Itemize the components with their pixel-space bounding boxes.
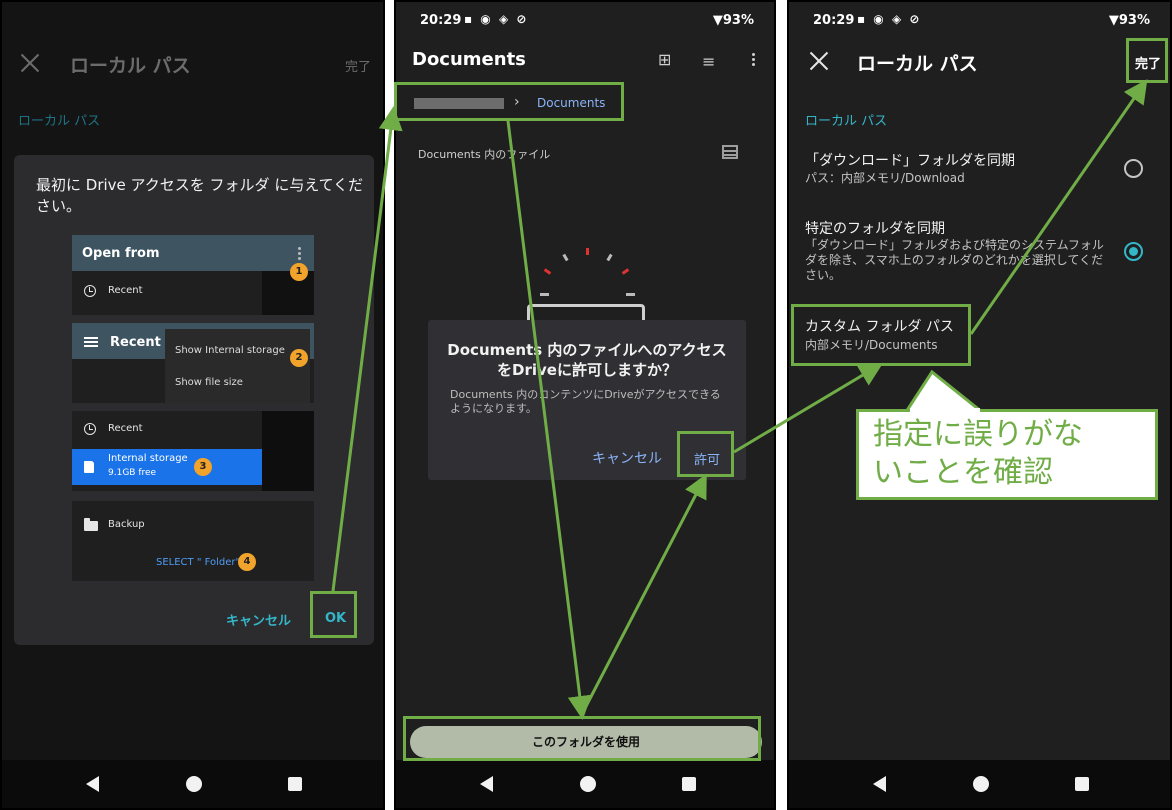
dialog-body: Documents 内のコンテンツにDriveがアクセスできるようになります。	[450, 388, 721, 415]
sort-icon[interactable]: ≡	[702, 52, 715, 71]
step-badge: 2	[290, 349, 308, 367]
storage-free: 9.1GB free	[108, 468, 157, 478]
highlight-allow-button	[677, 431, 734, 477]
notification-icons: ▪ ◉ ◈ ⊘	[857, 12, 922, 26]
status-time: 20:29	[813, 13, 855, 28]
recents-icon[interactable]	[1075, 777, 1089, 791]
back-icon[interactable]	[873, 776, 886, 792]
phone-screen-step1: ローカル パス 完了 ローカル パス 最初に Drive アクセスを フォルダ …	[0, 0, 385, 810]
list-view-icon[interactable]	[722, 145, 738, 159]
close-icon[interactable]	[809, 51, 829, 71]
callout-line1: 指定に誤りがな	[873, 417, 1083, 452]
dialog-title: Documents 内のファイルへのアクセスをDriveに許可しますか？	[447, 341, 727, 379]
radio-specific-folder[interactable]	[1124, 242, 1143, 261]
callout-line2: いことを確認	[873, 455, 1053, 490]
drive-access-dialog: 最初に Drive アクセスを フォルダ に与えてください。 Open from…	[14, 155, 374, 645]
tile-item: Recent	[108, 285, 143, 296]
status-battery: ▼93%	[712, 13, 754, 28]
folder-icon	[84, 518, 98, 531]
option-title: 特定のフォルダを同期	[805, 221, 945, 237]
home-icon[interactable]	[580, 776, 596, 792]
page-title: Documents	[412, 49, 526, 70]
internal-storage-row: Internal storage 9.1GB free 3	[72, 449, 262, 485]
option-subtitle: 「ダウンロード」フォルダおよび特定のシステムフォルダを除き、スマホ上のフォルダの…	[805, 238, 1104, 282]
more-vert-icon	[298, 247, 301, 250]
new-folder-icon[interactable]: ⊞	[658, 50, 671, 69]
highlight-done-button	[1126, 38, 1168, 83]
instruction-tile-select-folder: Backup SELECT " Folder" 4	[72, 501, 314, 581]
select-folder-label: SELECT " Folder"	[156, 557, 241, 568]
cancel-button[interactable]: キャンセル	[592, 448, 662, 468]
close-icon[interactable]	[20, 53, 40, 73]
back-icon[interactable]	[86, 776, 99, 792]
tile-item: Recent	[108, 423, 143, 434]
cancel-button[interactable]: キャンセル	[226, 610, 291, 629]
back-icon[interactable]	[480, 776, 493, 792]
instruction-tile-recent-menu: Recent Show Internal storage Show file s…	[72, 323, 314, 403]
callout-note: 指定に誤りがな いことを確認	[856, 409, 1158, 500]
status-bar: 20:29 ▪ ◉ ◈ ⊘ ▼93%	[396, 2, 774, 38]
status-time: 20:29	[420, 13, 462, 28]
files-label: Documents 内のファイル	[418, 148, 551, 161]
more-vert-icon[interactable]	[752, 53, 755, 56]
home-icon[interactable]	[973, 776, 989, 792]
phone-screen-step3: 20:29 ▪ ◉ ◈ ⊘ ▼93% ローカル パス 完了 ローカル パス 「ダ…	[787, 0, 1172, 810]
status-battery: ▼93%	[1108, 13, 1150, 28]
phone-screen-step2: 20:29 ▪ ◉ ◈ ⊘ ▼93% Documents ⊞ ≡ › Docum…	[394, 0, 776, 810]
instruction-tile-open-from: Open from 1 Recent	[72, 235, 314, 315]
instruction-tile-internal-storage: Recent Internal storage 9.1GB free 3	[72, 411, 314, 491]
tile-header: Open from	[82, 246, 160, 261]
dialog-message: 最初に Drive アクセスを フォルダ に与えてください。	[36, 176, 364, 215]
option-title: 「ダウンロード」フォルダを同期	[805, 153, 1015, 169]
tile-header: Recent	[110, 335, 161, 350]
system-nav-bar	[789, 760, 1170, 808]
status-bar: 20:29 ▪ ◉ ◈ ⊘ ▼93%	[789, 2, 1170, 38]
page-title: ローカル パス	[70, 55, 191, 77]
highlight-ok-button	[310, 591, 357, 638]
system-nav-bar	[2, 760, 383, 808]
clock-icon	[84, 285, 96, 297]
home-icon[interactable]	[186, 776, 202, 792]
highlight-breadcrumb	[394, 82, 624, 121]
step-badge: 3	[194, 458, 212, 476]
highlight-custom-folder-path	[791, 304, 971, 366]
tile-item: Backup	[108, 519, 145, 530]
storage-name: Internal storage	[108, 453, 188, 464]
menu-icon	[84, 337, 98, 347]
section-label: ローカル パス	[18, 114, 101, 129]
recents-icon[interactable]	[288, 777, 302, 791]
recents-icon[interactable]	[682, 777, 696, 791]
overflow-menu: Show Internal storage Show file size 2	[165, 329, 310, 403]
highlight-use-folder-button	[403, 716, 761, 761]
notification-icons: ▪ ◉ ◈ ⊘	[464, 12, 529, 26]
menu-item-show-file-size: Show file size	[175, 377, 243, 388]
system-nav-bar	[396, 760, 774, 808]
menu-item-show-internal-storage: Show Internal storage	[175, 345, 285, 356]
sd-card-icon	[84, 461, 94, 473]
clock-icon	[84, 423, 96, 435]
option-subtitle: パス：内部メモリ/Download	[805, 171, 965, 185]
step-badge: 1	[290, 263, 308, 281]
page-title: ローカル パス	[857, 53, 978, 75]
step-badge: 4	[238, 553, 256, 571]
done-button[interactable]: 完了	[345, 56, 371, 75]
radio-download-folder[interactable]	[1124, 159, 1143, 178]
section-label: ローカル パス	[805, 114, 888, 129]
